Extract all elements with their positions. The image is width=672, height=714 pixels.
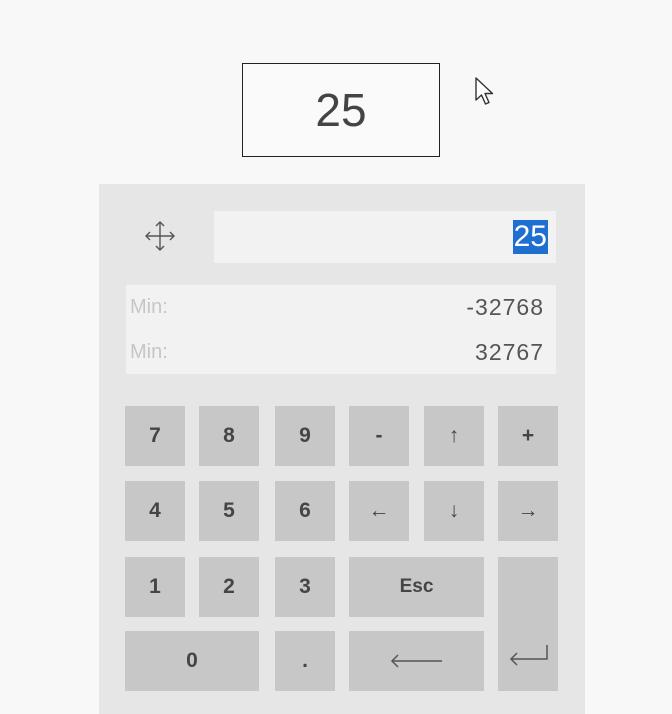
min-limit-row: Min: -32768 <box>126 285 556 329</box>
key-2[interactable]: 2 <box>199 557 259 617</box>
value-display-text: 25 <box>315 84 367 136</box>
key-left-arrow[interactable]: ← <box>349 481 409 541</box>
key-8[interactable]: 8 <box>199 406 259 466</box>
key-3[interactable]: 3 <box>275 557 335 617</box>
min-limit-value: -32768 <box>466 293 544 320</box>
backspace-arrow-icon <box>389 653 445 669</box>
selected-input-text: 25 <box>512 220 548 254</box>
value-display[interactable]: 25 <box>242 63 440 157</box>
max-limit-row: Min: 32767 <box>126 330 556 374</box>
max-limit-label: Min: <box>130 340 168 363</box>
enter-icon <box>505 643 551 671</box>
limits-box: Min: -32768 Min: 32767 <box>126 285 556 374</box>
key-4[interactable]: 4 <box>125 481 185 541</box>
key-esc[interactable]: Esc <box>349 557 484 617</box>
key-6[interactable]: 6 <box>275 481 335 541</box>
key-right-arrow[interactable]: → <box>498 481 558 541</box>
key-7[interactable]: 7 <box>125 406 185 466</box>
keypad-input-field[interactable]: 25 <box>214 211 556 263</box>
key-plus[interactable]: + <box>498 406 558 466</box>
key-down-arrow[interactable]: ↓ <box>424 481 484 541</box>
key-minus[interactable]: - <box>349 406 409 466</box>
key-dot[interactable]: . <box>275 631 335 691</box>
key-0[interactable]: 0 <box>125 631 259 691</box>
key-9[interactable]: 9 <box>275 406 335 466</box>
min-limit-label: Min: <box>130 295 168 318</box>
key-5[interactable]: 5 <box>199 481 259 541</box>
move-icon[interactable] <box>142 218 178 254</box>
key-1[interactable]: 1 <box>125 557 185 617</box>
key-backspace[interactable] <box>349 631 484 691</box>
key-enter[interactable] <box>498 557 558 691</box>
key-up-arrow[interactable]: ↑ <box>424 406 484 466</box>
mouse-pointer-icon <box>474 76 498 113</box>
max-limit-value: 32767 <box>475 338 544 365</box>
